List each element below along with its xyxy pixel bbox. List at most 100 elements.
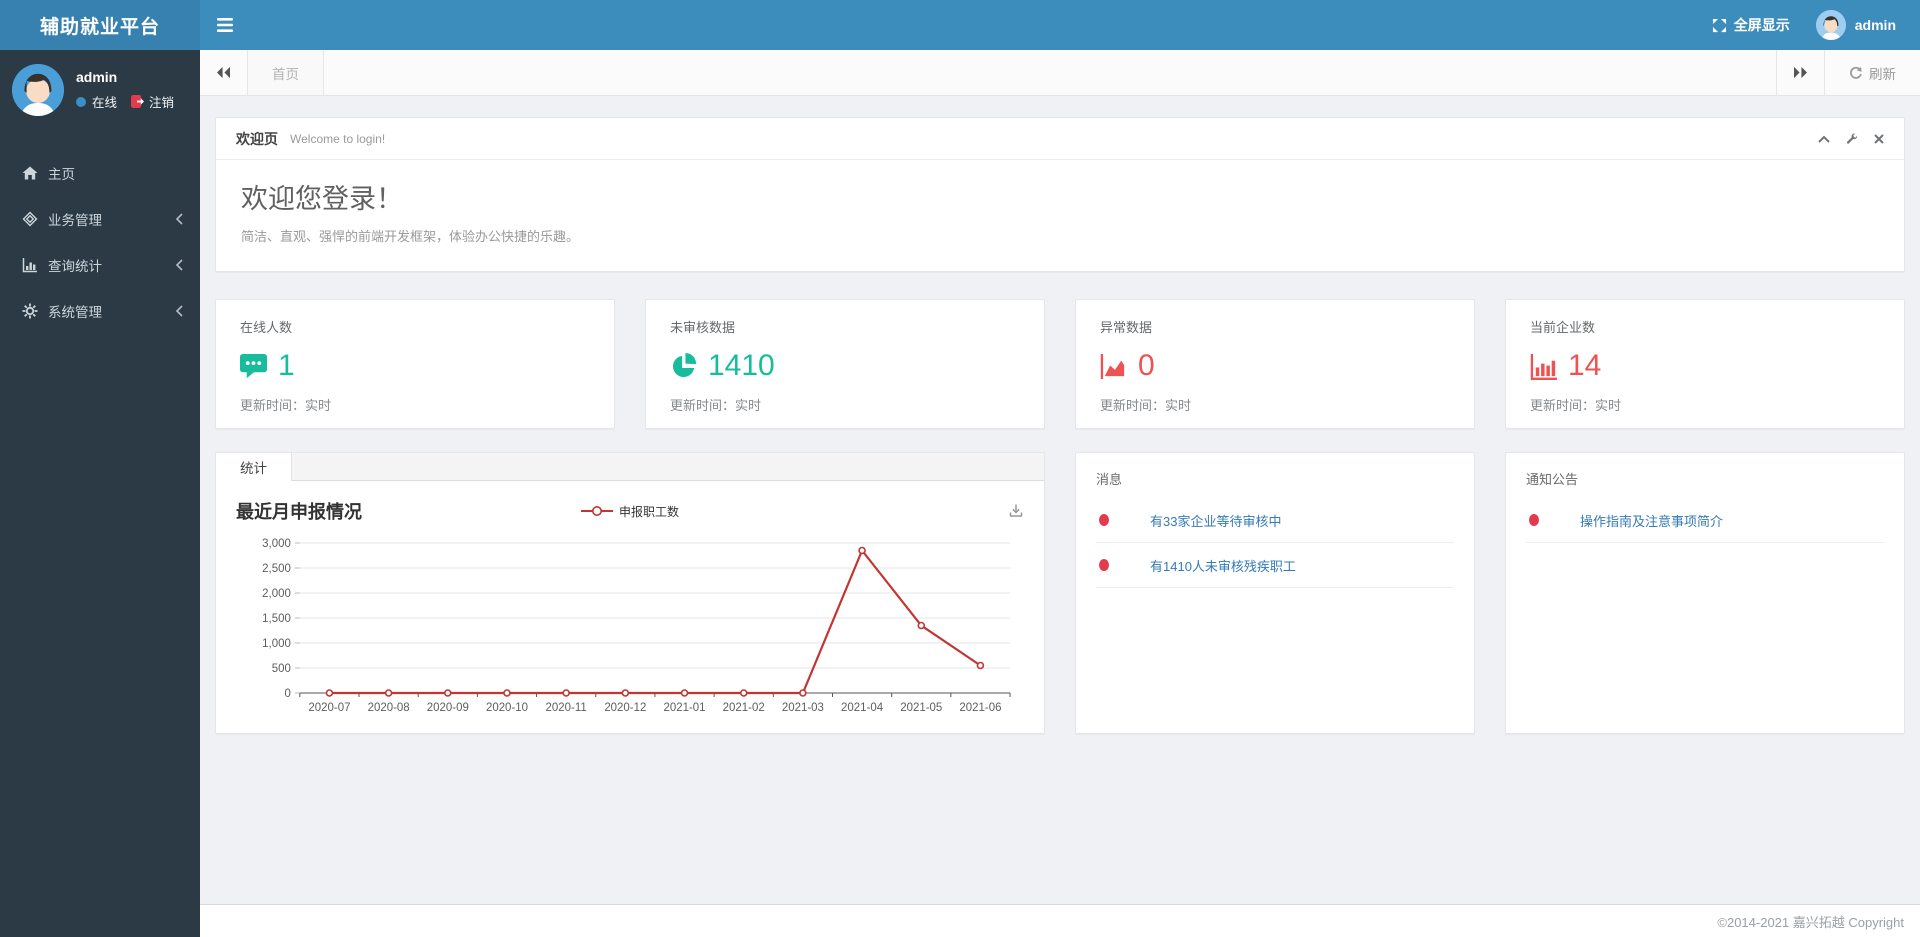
home-icon bbox=[22, 165, 39, 182]
svg-text:2020-11: 2020-11 bbox=[546, 702, 587, 714]
fullscreen-button[interactable]: 全屏显示 bbox=[1712, 15, 1790, 35]
svg-text:1,000: 1,000 bbox=[262, 638, 291, 650]
svg-text:2,000: 2,000 bbox=[262, 588, 291, 600]
tab-scroll-left-button[interactable] bbox=[200, 50, 248, 95]
stat-label: 异常数据 bbox=[1100, 320, 1153, 335]
header-username: admin bbox=[1854, 17, 1896, 33]
svg-text:0: 0 bbox=[284, 688, 290, 700]
header-user-menu[interactable]: admin bbox=[1815, 10, 1896, 40]
svg-text:2021-02: 2021-02 bbox=[723, 702, 765, 714]
stat-updated: 更新时间：实时 bbox=[240, 398, 332, 413]
svg-text:2020-08: 2020-08 bbox=[368, 702, 410, 714]
user-avatar bbox=[12, 64, 64, 116]
sidebar-user-panel: admin 在线 注销 bbox=[0, 50, 200, 132]
stat-updated: 更新时间：实时 bbox=[1530, 398, 1622, 413]
svg-text:2021-03: 2021-03 bbox=[782, 702, 824, 714]
stat-label: 在线人数 bbox=[240, 320, 293, 335]
sidebar-item-home[interactable]: 主页 bbox=[0, 150, 200, 196]
download-chart-button[interactable] bbox=[1008, 503, 1024, 519]
welcome-panel: 欢迎页 Welcome to login! 欢迎您登录！ 简洁、直观、强悍的前端… bbox=[215, 117, 1905, 272]
footer: ©2014-2021 嘉兴拓越 Copyright bbox=[200, 904, 1920, 937]
close-panel-button[interactable] bbox=[1874, 133, 1884, 144]
notice-link[interactable]: 操作指南及注意事项简介 bbox=[1580, 511, 1723, 530]
stat-card-online-users: 在线人数 1 更新时间：实时 bbox=[215, 299, 615, 429]
bars-icon bbox=[1530, 353, 1557, 380]
svg-text:2,500: 2,500 bbox=[262, 563, 291, 575]
sidebar-nav: 主页 业务管理 查询统计 系统管理 bbox=[0, 150, 200, 334]
monthly-report-chart: 0 500 1,000 1,500 2,000 2,500 3,000 2020-07 2020… bbox=[236, 529, 1024, 725]
welcome-heading: 欢迎页 bbox=[236, 130, 278, 147]
logout-icon bbox=[131, 95, 145, 108]
messages-panel: 消息 有33家企业等待审核中 有1410人未审核残疾职工 bbox=[1075, 452, 1475, 734]
stat-value: 14 bbox=[1568, 349, 1602, 382]
refresh-icon bbox=[1849, 66, 1863, 80]
stat-updated: 更新时间：实时 bbox=[1100, 398, 1192, 413]
pie-chart-icon bbox=[670, 352, 697, 380]
online-status-dot bbox=[76, 96, 86, 107]
sidebar-item-business[interactable]: 业务管理 bbox=[0, 196, 200, 242]
svg-text:3,000: 3,000 bbox=[262, 538, 291, 550]
svg-text:2021-04: 2021-04 bbox=[841, 702, 884, 714]
refresh-button[interactable]: 刷新 bbox=[1824, 50, 1920, 95]
gear-icon bbox=[22, 303, 39, 320]
stat-card-abnormal-data: 异常数据 0 更新时间：实时 bbox=[1075, 299, 1475, 429]
copyright-text: ©2014-2021 嘉兴拓越 Copyright bbox=[1717, 914, 1904, 930]
chevron-left-icon bbox=[175, 305, 184, 317]
welcome-title: 欢迎您登录！ bbox=[241, 184, 403, 214]
message-link[interactable]: 有33家企业等待审核中 bbox=[1150, 511, 1281, 530]
svg-text:2021-01: 2021-01 bbox=[664, 702, 706, 714]
svg-text:2020-12: 2020-12 bbox=[604, 702, 646, 714]
message-item: 有1410人未审核残疾职工 bbox=[1096, 543, 1454, 588]
tab-home[interactable]: 首页 bbox=[248, 50, 324, 95]
stat-card-unreviewed-data: 未审核数据 1410 更新时间：实时 bbox=[645, 299, 1045, 429]
content-area: 欢迎页 Welcome to login! 欢迎您登录！ 简洁、直观、强悍的前端… bbox=[200, 96, 1920, 904]
message-link[interactable]: 有1410人未审核残疾职工 bbox=[1150, 556, 1296, 575]
tab-bar: 首页 刷新 bbox=[200, 50, 1920, 96]
message-item: 有33家企业等待审核中 bbox=[1096, 498, 1454, 543]
svg-text:1,500: 1,500 bbox=[262, 613, 291, 625]
stat-updated: 更新时间：实时 bbox=[670, 398, 762, 413]
double-chevron-right-icon bbox=[1793, 66, 1808, 79]
bullet-dot bbox=[1099, 514, 1109, 526]
collapse-panel-button[interactable] bbox=[1818, 135, 1830, 143]
logout-button[interactable]: 注销 bbox=[131, 92, 174, 111]
bar-chart-icon bbox=[22, 257, 39, 274]
svg-text:2021-06: 2021-06 bbox=[959, 702, 1001, 714]
header-avatar bbox=[1815, 10, 1846, 40]
wrench-icon[interactable] bbox=[1846, 132, 1858, 145]
fullscreen-icon bbox=[1712, 18, 1727, 33]
stat-label: 未审核数据 bbox=[670, 320, 736, 335]
legend-line-marker bbox=[580, 505, 613, 517]
gem-icon bbox=[22, 211, 39, 228]
tab-statistics[interactable]: 统计 bbox=[216, 453, 292, 481]
user-name: admin bbox=[76, 69, 118, 85]
svg-text:2020-09: 2020-09 bbox=[427, 702, 469, 714]
chart-legend[interactable]: 申报职工数 bbox=[580, 503, 680, 520]
svg-text:2020-07: 2020-07 bbox=[308, 702, 350, 714]
stat-card-current-companies: 当前企业数 14 更新时间：实时 bbox=[1505, 299, 1905, 429]
sidebar-toggle-button[interactable] bbox=[200, 0, 250, 50]
chevron-left-icon bbox=[175, 259, 184, 271]
statistics-panel: 统计 最近月申报情况 申报职工数 0 500 1,000 1,500 2,000… bbox=[215, 452, 1045, 734]
notice-item: 操作指南及注意事项简介 bbox=[1526, 498, 1884, 543]
notices-panel: 通知公告 操作指南及注意事项简介 bbox=[1505, 452, 1905, 734]
online-status-label: 在线 bbox=[92, 96, 118, 110]
bullet-dot bbox=[1099, 559, 1109, 571]
double-chevron-left-icon bbox=[216, 66, 231, 79]
welcome-subheading: Welcome to login! bbox=[290, 131, 386, 146]
app-logo[interactable]: 辅助就业平台 bbox=[0, 0, 200, 50]
stat-value: 1410 bbox=[708, 349, 775, 382]
bullet-dot bbox=[1529, 514, 1539, 526]
stat-value: 0 bbox=[1138, 349, 1155, 382]
comment-icon bbox=[240, 353, 267, 380]
area-chart-icon bbox=[1100, 353, 1127, 380]
legend-label: 申报职工数 bbox=[618, 504, 680, 519]
sidebar-item-system[interactable]: 系统管理 bbox=[0, 288, 200, 334]
svg-text:2020-10: 2020-10 bbox=[486, 702, 528, 714]
sidebar-item-query-stats[interactable]: 查询统计 bbox=[0, 242, 200, 288]
chevron-left-icon bbox=[175, 213, 184, 225]
stat-value: 1 bbox=[278, 349, 295, 382]
welcome-description: 简洁、直观、强悍的前端开发框架，体验办公快捷的乐趣。 bbox=[241, 229, 580, 244]
svg-text:500: 500 bbox=[272, 663, 291, 675]
tab-scroll-right-button[interactable] bbox=[1776, 50, 1824, 95]
